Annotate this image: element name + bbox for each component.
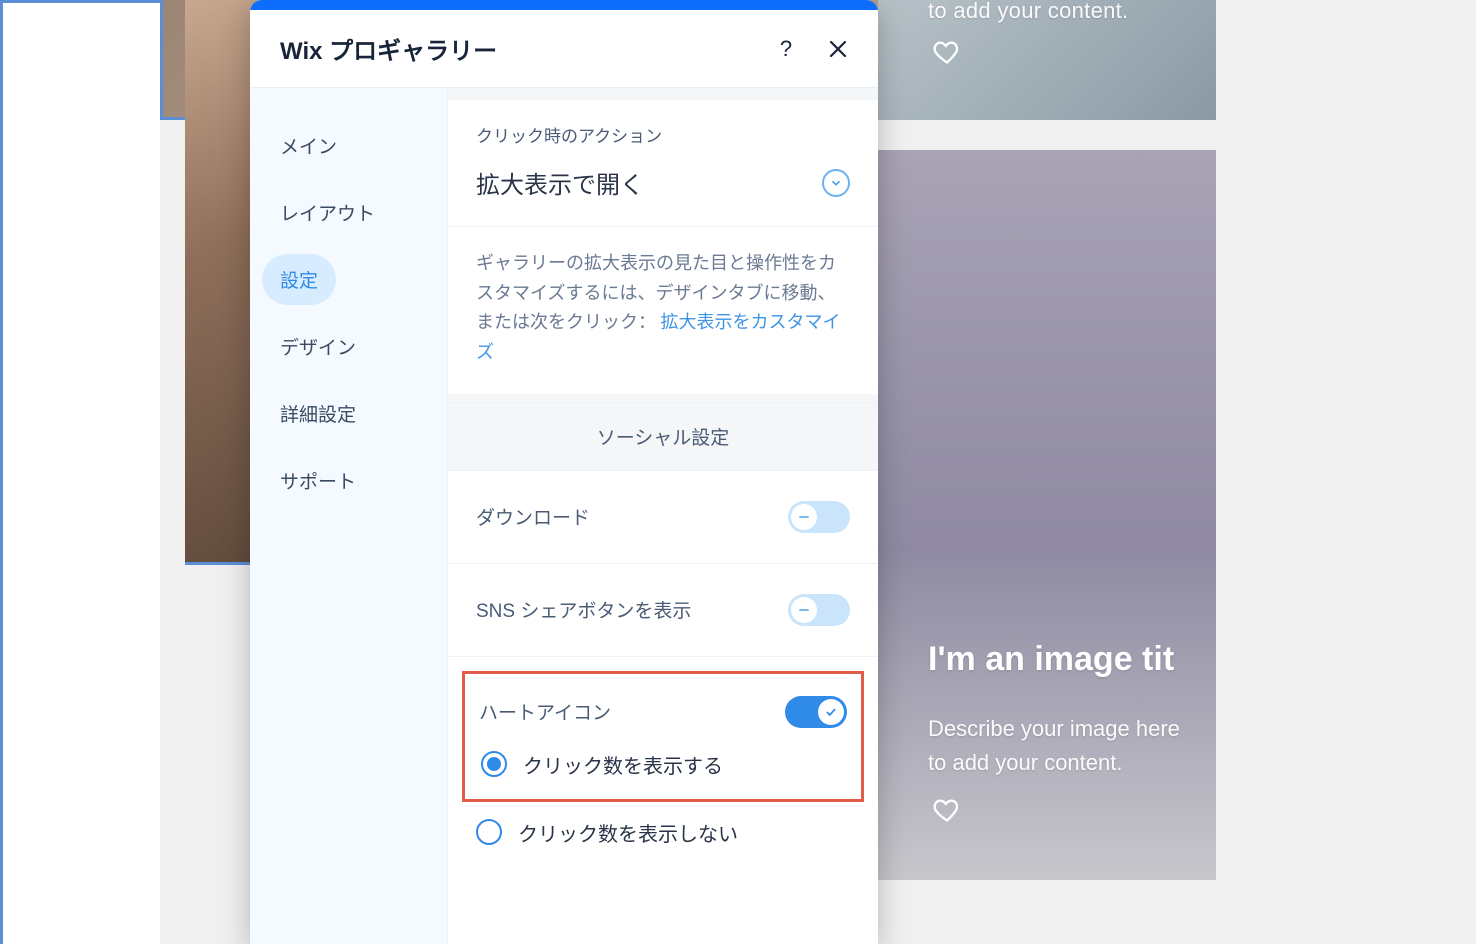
download-toggle-row: ダウンロード: [448, 471, 878, 564]
sidebar-item-advanced[interactable]: 詳細設定: [250, 384, 447, 443]
click-action-select[interactable]: 拡大表示で開く: [476, 165, 850, 200]
heart-label: ハートアイコン: [479, 698, 611, 725]
heart-toggle[interactable]: [785, 696, 847, 728]
radio-show-clicks-label: クリック数を表示する: [523, 750, 723, 779]
panel-header: Wix プロギャラリー ?: [250, 10, 878, 88]
radio-icon: [481, 751, 507, 777]
sidebar-item-design[interactable]: デザイン: [250, 317, 447, 376]
download-toggle[interactable]: [788, 501, 850, 533]
help-icon[interactable]: ?: [774, 37, 798, 61]
heart-icon[interactable]: [933, 796, 961, 824]
sidebar-item-settings[interactable]: 設定: [262, 254, 336, 305]
heart-icon[interactable]: [933, 38, 961, 66]
settings-content: クリック時のアクション 拡大表示で開く ギャラリーの拡大表示の見た目と操作性をカ…: [448, 88, 878, 944]
settings-sidebar: メイン レイアウト 設定 デザイン 詳細設定 サポート: [250, 88, 448, 944]
close-icon[interactable]: [826, 37, 850, 61]
backdrop-left-gutter: [0, 0, 160, 944]
sns-toggle-row: SNS シェアボタンを表示: [448, 564, 878, 657]
click-action-label: クリック時のアクション: [476, 122, 850, 147]
panel-accent-bar: [250, 0, 878, 10]
sidebar-item-layout[interactable]: レイアウト: [250, 183, 447, 242]
chevron-down-icon[interactable]: [822, 169, 850, 197]
radio-hide-clicks[interactable]: クリック数を表示しない: [448, 808, 878, 847]
expand-customize-info: ギャラリーの拡大表示の見た目と操作性をカスタマイズするには、デザインタブに移動、…: [448, 227, 878, 402]
radio-hide-clicks-label: クリック数を表示しない: [518, 818, 738, 847]
sns-toggle[interactable]: [788, 594, 850, 626]
download-label: ダウンロード: [476, 503, 590, 530]
gallery-image-desc-line1: Describe your image here: [928, 716, 1180, 742]
social-settings-header: ソーシャル設定: [448, 402, 878, 471]
heart-icon-highlight-box: ハートアイコン クリック数を表示する: [462, 671, 864, 802]
gallery-top-caption: to add your content.: [928, 0, 1128, 24]
panel-title: Wix プロギャラリー: [280, 31, 497, 66]
click-action-value: 拡大表示で開く: [476, 165, 644, 200]
heart-toggle-row: ハートアイコン: [479, 684, 847, 742]
gallery-image-title: I'm an image tit: [928, 640, 1174, 679]
sidebar-item-support[interactable]: サポート: [250, 451, 447, 510]
gallery-settings-panel: Wix プロギャラリー ? メイン レイアウト 設定 デザイン 詳細設定 サポー…: [250, 0, 878, 944]
sidebar-item-main[interactable]: メイン: [250, 116, 447, 175]
gallery-image-desc-line2: to add your content.: [928, 750, 1122, 776]
radio-show-clicks[interactable]: クリック数を表示する: [479, 742, 847, 783]
click-action-section: クリック時のアクション 拡大表示で開く: [448, 100, 878, 227]
radio-icon: [476, 819, 502, 845]
sns-label: SNS シェアボタンを表示: [476, 596, 691, 623]
